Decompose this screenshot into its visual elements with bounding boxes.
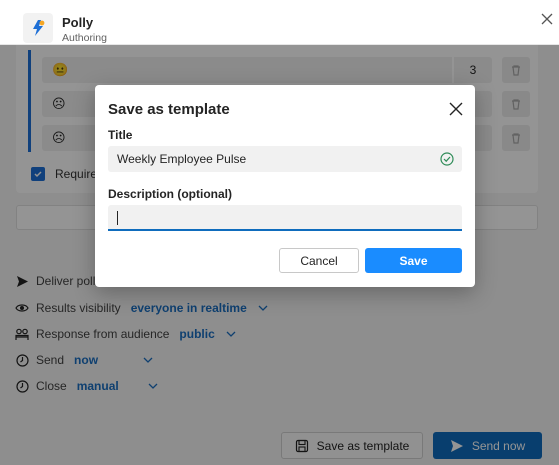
- cancel-button[interactable]: Cancel: [279, 248, 359, 273]
- description-field-label: Description (optional): [108, 187, 232, 201]
- polly-logo-icon: [23, 13, 53, 43]
- close-icon[interactable]: [539, 11, 555, 27]
- title-field[interactable]: [108, 146, 462, 172]
- save-button[interactable]: Save: [365, 248, 462, 273]
- app-name: Polly: [62, 15, 94, 30]
- description-input[interactable]: [108, 205, 462, 229]
- title-field-label: Title: [108, 128, 133, 142]
- close-icon[interactable]: [448, 101, 464, 117]
- save-template-dialog: Save as template Title Description (opti…: [95, 85, 475, 287]
- app-header: Polly Authoring: [0, 0, 559, 45]
- dialog-title: Save as template: [108, 101, 230, 118]
- checkmark-circle-icon: [440, 152, 454, 166]
- title-input[interactable]: [108, 146, 462, 172]
- description-field[interactable]: [108, 205, 462, 231]
- text-cursor: [117, 211, 118, 225]
- app-subtitle: Authoring: [62, 32, 107, 44]
